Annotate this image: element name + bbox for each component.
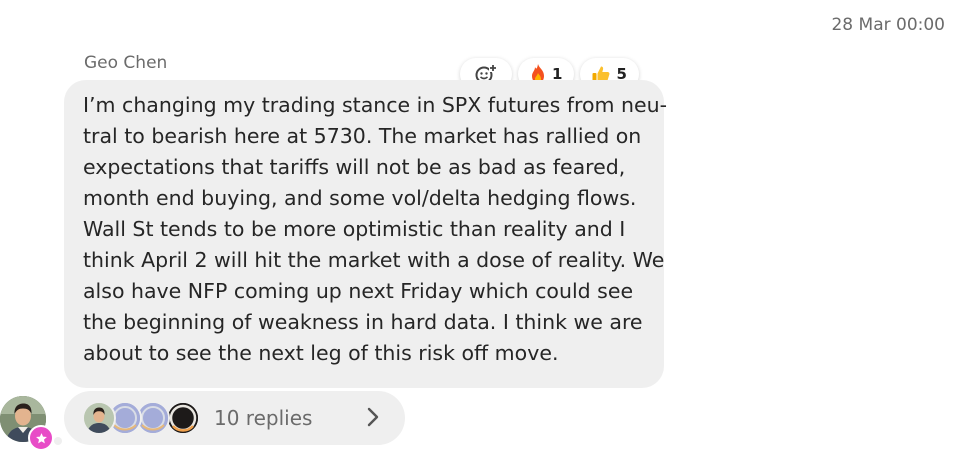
message-line: the beginning of weakness in hard data. … bbox=[83, 310, 643, 334]
replies-count-label: 10 replies bbox=[214, 406, 313, 430]
member-star-badge bbox=[28, 425, 54, 451]
message-timestamp: 28 Mar 00:00 bbox=[831, 15, 945, 35]
message-line: I’m changing my trading stance in SPX fu… bbox=[83, 93, 668, 117]
message-bubble[interactable]: I’m changing my trading stance in SPX fu… bbox=[64, 80, 668, 388]
message-line: expectations that tariffs will not be as… bbox=[83, 155, 626, 179]
reply-avatar bbox=[166, 401, 200, 435]
message-line: month end buying, and some vol/delta hed… bbox=[83, 186, 637, 210]
placeholder-avatar-image bbox=[138, 403, 168, 433]
chat-view: 28 Mar 00:00 Geo Chen 1 5 I’m changing m… bbox=[0, 0, 957, 466]
message-line: also have NFP coming up next Friday whic… bbox=[83, 279, 634, 303]
thread-replies-button[interactable]: 10 replies bbox=[64, 391, 405, 445]
bubble-tail bbox=[54, 437, 62, 445]
sender-name[interactable]: Geo Chen bbox=[84, 53, 167, 73]
chevron-right-icon bbox=[367, 407, 379, 427]
message-line: Wall St tends to be more optimistic than… bbox=[83, 217, 626, 241]
dark-avatar-image bbox=[168, 403, 198, 433]
message-line: about to see the next leg of this risk o… bbox=[83, 341, 559, 365]
message-text: I’m changing my trading stance in SPX fu… bbox=[83, 90, 668, 369]
person-avatar-image bbox=[84, 403, 114, 433]
message-line: think April 2 will hit the market with a… bbox=[83, 248, 665, 272]
message-line: tral to bearish here at 5730. The market… bbox=[83, 124, 642, 148]
star-icon bbox=[35, 432, 47, 443]
reply-avatars bbox=[82, 401, 222, 435]
reply-avatar bbox=[82, 401, 116, 435]
